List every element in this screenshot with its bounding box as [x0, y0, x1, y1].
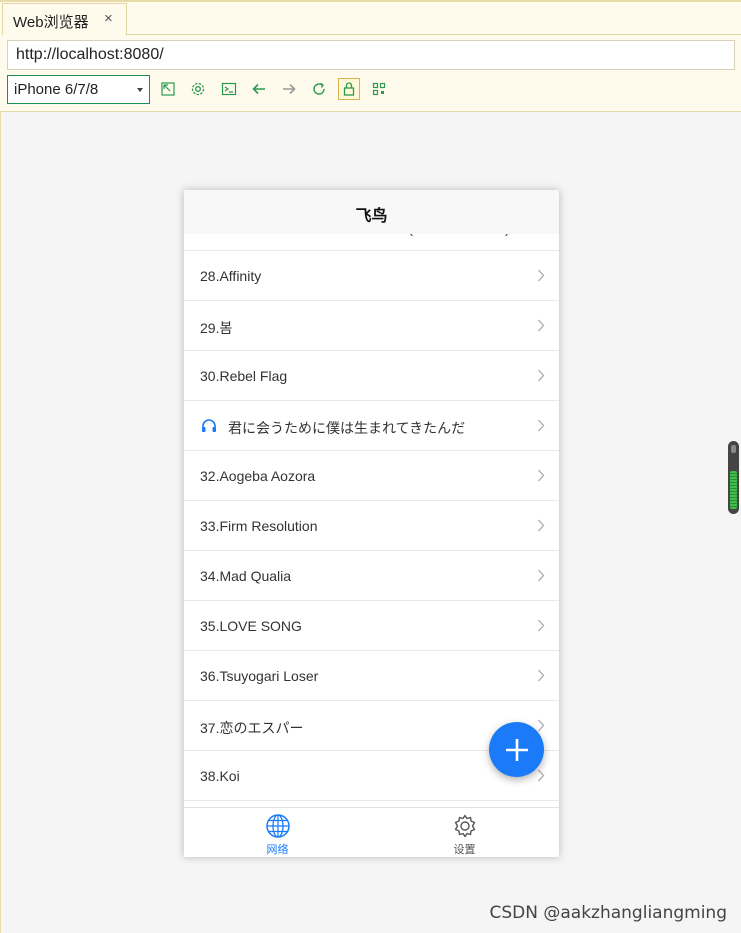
- resize-icon: [161, 82, 175, 96]
- chevron-right-icon: [538, 769, 545, 782]
- list-item-label: 君に会うために僕は生まれてきたんだ: [228, 420, 466, 436]
- chevron-right-icon: [538, 519, 545, 532]
- phone-viewport: 飞鸟 27.INDETERMINATE UNIVERSE(ソムソソソ.vcr)2…: [184, 190, 559, 857]
- device-select[interactable]: iPhone 6/7/8: [7, 75, 150, 104]
- list-item-label: 34.Mad Qualia: [200, 568, 292, 584]
- console-icon: [221, 82, 237, 96]
- chevron-right-icon: [538, 619, 545, 632]
- gear-icon: [454, 814, 476, 838]
- console-button[interactable]: [218, 78, 240, 100]
- browser-toolbar: Web浏览器 × iPhone 6/7/8: [0, 0, 741, 112]
- chevron-down-icon: [137, 88, 143, 92]
- bottom-tab-bar: 网络 设置: [184, 807, 559, 857]
- chevron-right-icon: [538, 369, 545, 382]
- browser-tab[interactable]: Web浏览器 ×: [2, 3, 127, 35]
- list-item[interactable]: 30.Rebel Flag: [184, 351, 559, 401]
- list-item[interactable]: 27.INDETERMINATE UNIVERSE(ソムソソソ.vcr): [184, 234, 559, 251]
- refresh-icon: [313, 82, 325, 95]
- list-item-label: 29.봄: [200, 320, 233, 336]
- resize-button[interactable]: [157, 78, 179, 100]
- scroll-indicator: [730, 471, 737, 509]
- chevron-right-icon: [538, 419, 545, 432]
- tab-settings[interactable]: 设置: [371, 808, 558, 857]
- lock-icon: [343, 82, 355, 96]
- refresh-button[interactable]: [308, 78, 330, 100]
- tab-network-label: 网络: [266, 844, 289, 856]
- chevron-right-icon: [538, 319, 545, 332]
- settings-icon: [191, 82, 205, 96]
- window-border: [0, 112, 1, 933]
- lock-button[interactable]: [338, 78, 360, 100]
- scrollbar-handle[interactable]: [728, 441, 739, 514]
- globe-icon: [266, 814, 290, 838]
- list-item-label: 32.Aogeba Aozora: [200, 468, 316, 484]
- song-list-viewport[interactable]: 27.INDETERMINATE UNIVERSE(ソムソソソ.vcr) 28.A…: [184, 234, 559, 807]
- chevron-right-icon: [538, 469, 545, 482]
- list-item-label: 36.Tsuyogari Loser: [200, 668, 319, 684]
- add-button[interactable]: [489, 722, 544, 777]
- list-item[interactable]: 29.봄: [184, 301, 559, 351]
- tab-network[interactable]: 网络: [184, 808, 371, 857]
- url-input[interactable]: [7, 40, 735, 70]
- tab-settings-label: 设置: [453, 844, 476, 856]
- list-item-label: 30.Rebel Flag: [200, 368, 288, 384]
- headphones-icon: [202, 419, 216, 432]
- tab-close-button[interactable]: ×: [104, 10, 113, 27]
- chevron-right-icon: [538, 269, 545, 282]
- list-item-label: 33.Firm Resolution: [200, 518, 318, 534]
- qrcode-button[interactable]: [368, 78, 390, 100]
- forward-button[interactable]: [278, 78, 300, 100]
- page-title: 飞鸟: [355, 208, 388, 225]
- list-item-label: 37.恋のエスパー: [200, 720, 304, 736]
- device-select-value: iPhone 6/7/8: [14, 81, 99, 98]
- list-item[interactable]: 35.LOVE SONG: [184, 601, 559, 651]
- list-item[interactable]: 28.Affinity: [184, 251, 559, 301]
- song-list: 27.INDETERMINATE UNIVERSE(ソムソソソ.vcr) 28.A…: [184, 234, 559, 801]
- forward-arrow-icon: [283, 83, 296, 95]
- chevron-right-icon: [538, 569, 545, 582]
- list-item-label: 28.Affinity: [200, 268, 262, 284]
- app-nav-bar: 飞鸟: [184, 190, 559, 234]
- chevron-right-icon: [538, 669, 545, 682]
- back-arrow-icon: [252, 83, 265, 95]
- qrcode-icon: [372, 82, 386, 96]
- list-item[interactable]: 君に会うために僕は生まれてきたんだ: [184, 401, 559, 451]
- plus-icon: [505, 738, 528, 761]
- list-item-label: 38.Koi: [200, 768, 240, 784]
- list-item[interactable]: 32.Aogeba Aozora: [184, 451, 559, 501]
- tab-strip-divider: [127, 34, 741, 35]
- list-item[interactable]: 36.Tsuyogari Loser: [184, 651, 559, 701]
- list-item[interactable]: 33.Firm Resolution: [184, 501, 559, 551]
- back-button[interactable]: [248, 78, 270, 100]
- chevron-right-icon: [538, 719, 545, 732]
- list-item-label: 35.LOVE SONG: [200, 618, 302, 634]
- list-item-label: 27.INDETERMINATE UNIVERSE(ソムソソソ.vcr): [200, 234, 510, 238]
- tab-title: Web浏览器: [13, 14, 89, 31]
- scroll-knob: [731, 445, 736, 453]
- settings-button[interactable]: [187, 78, 209, 100]
- watermark: CSDN @aakzhangliangming: [489, 903, 727, 923]
- list-item[interactable]: 34.Mad Qualia: [184, 551, 559, 601]
